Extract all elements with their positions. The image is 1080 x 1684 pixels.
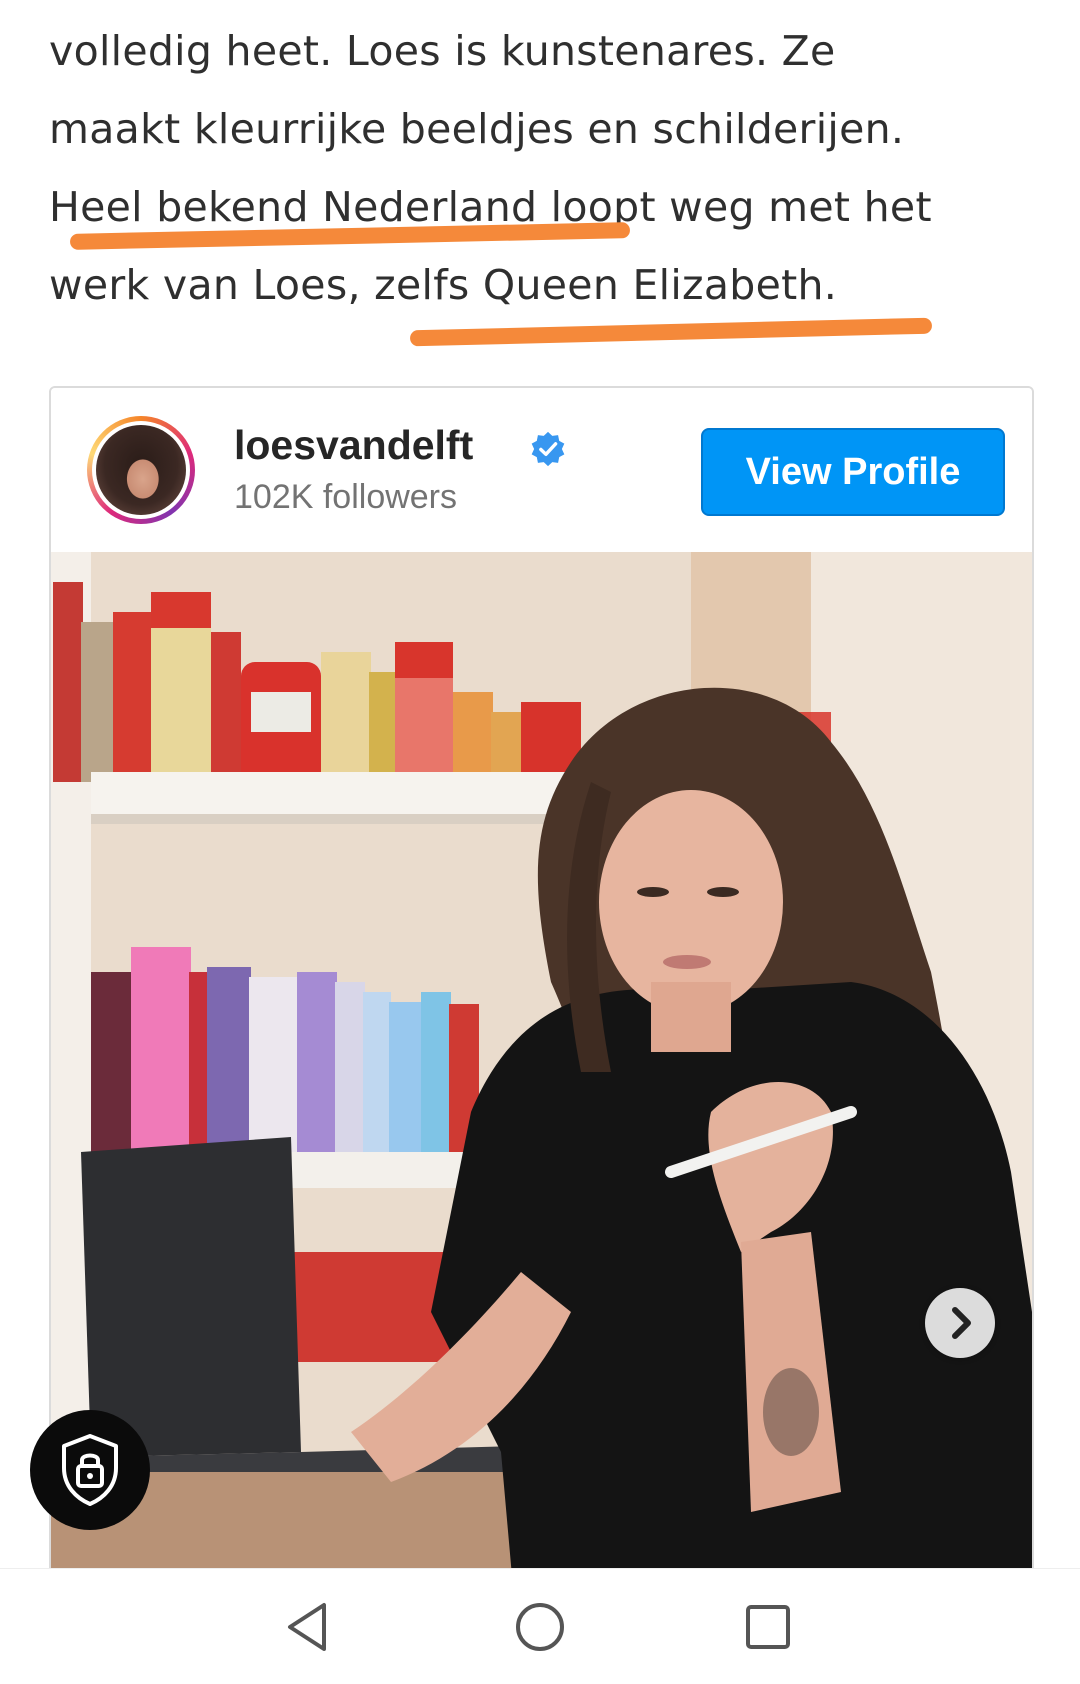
post-photo-illustration (51, 552, 1032, 1678)
back-triangle-icon (288, 1603, 326, 1651)
privacy-settings-button[interactable] (30, 1410, 150, 1530)
profile-username[interactable]: loesvandelft (234, 422, 473, 469)
article-line: maakt kleurrijke beeldjes en schilderije… (49, 105, 905, 153)
embed-header: loesvandelft 102K followers View Profile (51, 388, 1032, 552)
system-nav-bar (0, 1568, 1080, 1684)
screen: volledig heet. Loes is kunstenares. Ze m… (0, 0, 1080, 1684)
post-photo[interactable] (51, 552, 1032, 1678)
shield-lock-icon (62, 1434, 118, 1506)
home-circle-icon (516, 1603, 564, 1651)
avatar[interactable] (87, 416, 195, 524)
chevron-right-icon (952, 1307, 971, 1339)
view-profile-button[interactable]: View Profile (701, 428, 1005, 516)
nav-back-button[interactable] (280, 1597, 340, 1657)
avatar-photo (96, 425, 186, 515)
followers-count: 102K followers (234, 478, 458, 516)
verified-badge-icon (531, 431, 565, 467)
nav-home-button[interactable] (510, 1597, 570, 1657)
nav-recents-button[interactable] (738, 1597, 798, 1657)
carousel-next-button[interactable] (925, 1288, 995, 1358)
article-line: volledig heet. Loes is kunstenares. Ze (49, 27, 836, 75)
article-line: werk van Loes, zelfs Queen Elizabeth. (49, 261, 838, 309)
recents-square-icon (746, 1605, 790, 1649)
instagram-embed: loesvandelft 102K followers View Profile (49, 386, 1034, 1680)
article-paragraph: volledig heet. Loes is kunstenares. Ze m… (49, 12, 1049, 324)
